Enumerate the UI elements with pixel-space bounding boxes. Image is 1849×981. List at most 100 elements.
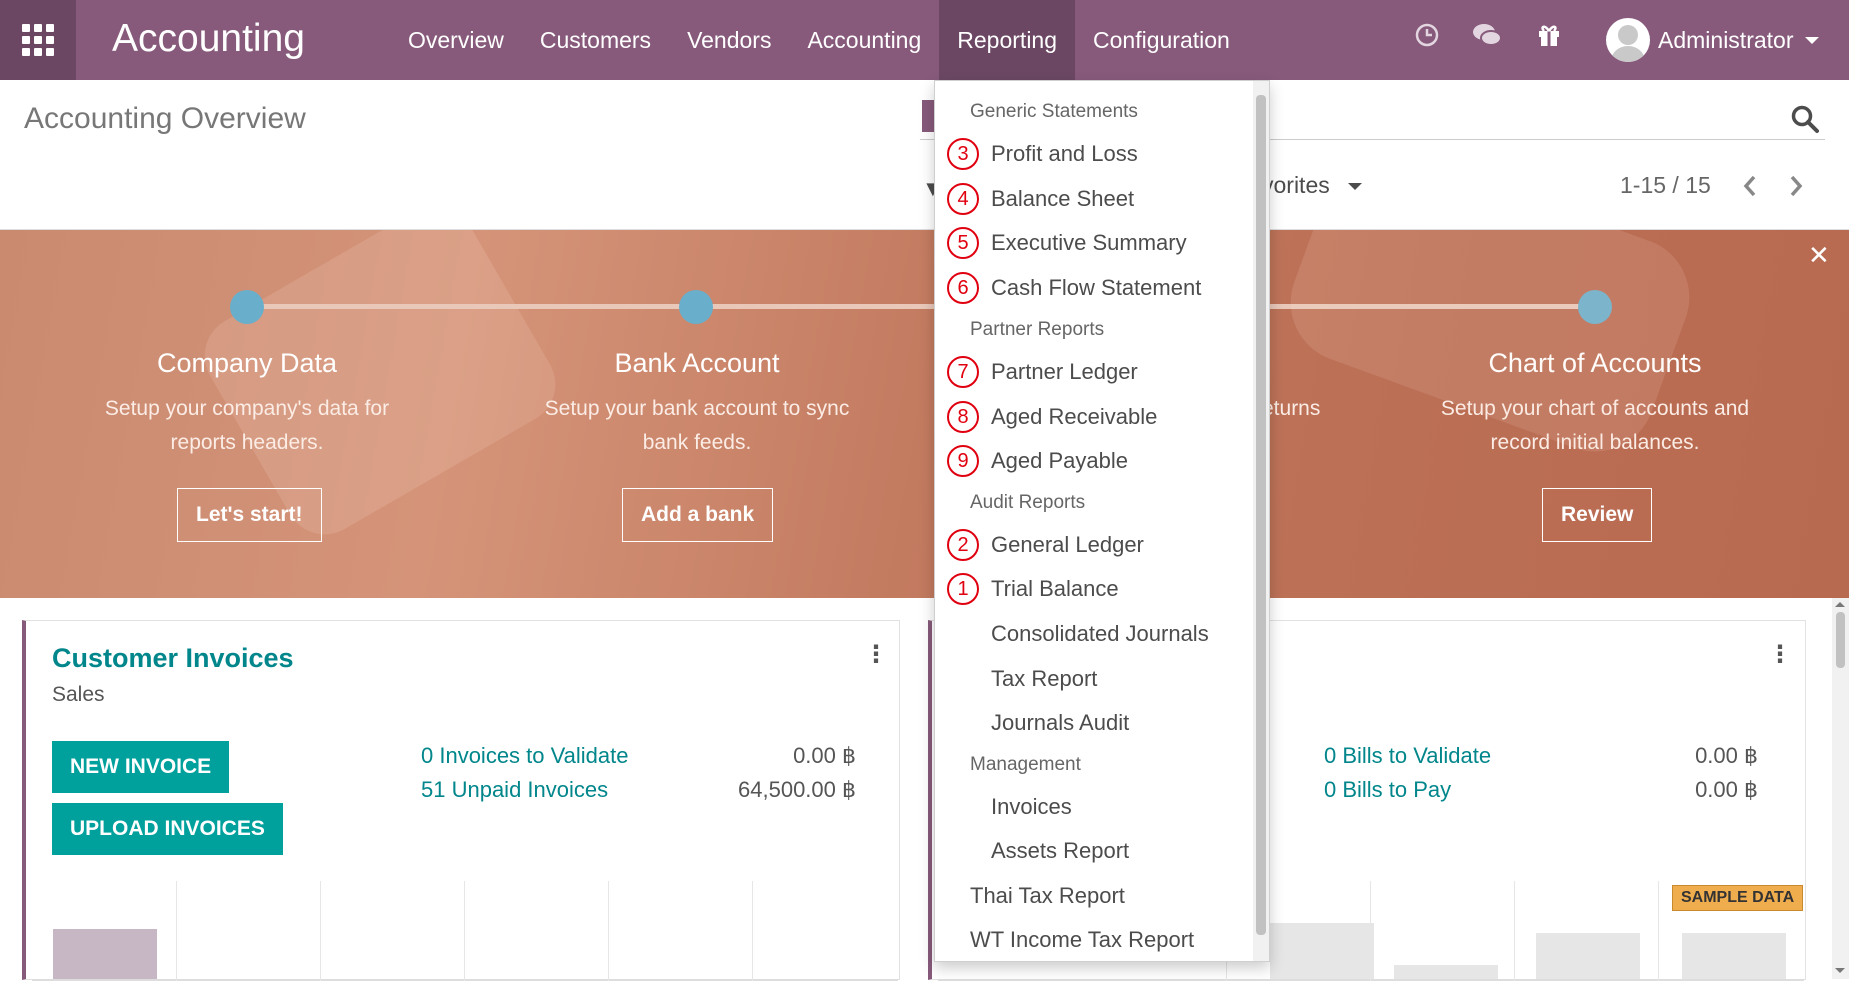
grid-line xyxy=(320,881,321,981)
menu-configuration[interactable]: Configuration xyxy=(1075,0,1248,80)
step-desc-line: record initial balances. xyxy=(1490,431,1700,454)
chevron-down-icon xyxy=(1348,183,1363,191)
pager-next-icon[interactable] xyxy=(1786,172,1806,205)
menu-item-partner-ledger[interactable]: Partner Ledger xyxy=(991,359,1138,385)
section-header-generic-statements: Generic Statements xyxy=(970,101,1138,122)
amount-value: 64,500.00 ฿ xyxy=(738,777,856,802)
close-icon[interactable]: ✕ xyxy=(1808,240,1830,271)
menu-item-aged-payable[interactable]: Aged Payable xyxy=(991,448,1128,474)
menu-vendors[interactable]: Vendors xyxy=(669,0,789,80)
menu-accounting[interactable]: Accounting xyxy=(789,0,939,80)
menu-item-profit-and-loss[interactable]: Profit and Loss xyxy=(991,141,1138,167)
step-title-company-data: Company Data xyxy=(156,348,338,378)
lets-start-button[interactable]: Let's start! xyxy=(177,488,322,542)
kebab-menu-icon[interactable]: ⋮ xyxy=(1768,643,1792,667)
step-title-bank-account: Bank Account xyxy=(614,348,780,378)
card-subtitle: Sales xyxy=(52,683,105,706)
unpaid-invoices-link[interactable]: 51 Unpaid Invoices xyxy=(421,777,608,803)
sample-data-badge: SAMPLE DATA xyxy=(1672,885,1804,911)
step-desc-company-data: Setup your company's data for reports he… xyxy=(47,392,447,460)
annotation-number: 2 xyxy=(947,529,979,561)
step-desc-line: Setup your chart of accounts and xyxy=(1440,397,1750,420)
menu-item-journals-audit[interactable]: Journals Audit xyxy=(991,710,1129,736)
scrollbar-thumb[interactable] xyxy=(1256,95,1266,935)
search-facet[interactable] xyxy=(922,100,934,132)
scrollbar-thumb[interactable] xyxy=(1836,612,1845,668)
menu-overview[interactable]: Overview xyxy=(390,0,522,80)
menu-item-consolidated-journals[interactable]: Consolidated Journals xyxy=(991,621,1209,647)
user-name: Administrator xyxy=(1658,26,1794,53)
graph-bar[interactable] xyxy=(53,929,157,979)
graph-bar[interactable] xyxy=(1270,923,1374,979)
graph-bar[interactable] xyxy=(1394,965,1498,979)
section-header-partner-reports: Partner Reports xyxy=(970,319,1105,340)
gift-icon[interactable] xyxy=(1534,22,1564,56)
dropdown-scrollbar[interactable] xyxy=(1253,81,1269,961)
annotation-number: 6 xyxy=(947,272,979,304)
bills-to-pay-link[interactable]: 0 Bills to Pay xyxy=(1324,777,1451,803)
menu-item-trial-balance[interactable]: Trial Balance xyxy=(991,576,1119,602)
review-button[interactable]: Review xyxy=(1542,488,1653,542)
amount-value: 0.00 ฿ xyxy=(1695,777,1758,802)
annotation-number: 1 xyxy=(947,573,979,605)
scroll-up-arrow-icon[interactable] xyxy=(1835,602,1845,607)
grid-line xyxy=(176,881,177,981)
menu-item-general-ledger[interactable]: General Ledger xyxy=(991,532,1144,558)
pager-value[interactable]: 1-15 / 15 xyxy=(1620,172,1711,199)
annotation-number: 5 xyxy=(947,227,979,259)
menu-item-tax-report[interactable]: Tax Report xyxy=(991,666,1097,692)
card-title[interactable]: Customer Invoices xyxy=(52,643,294,674)
menu-item-assets-report[interactable]: Assets Report xyxy=(991,838,1129,864)
menu-item-balance-sheet[interactable]: Balance Sheet xyxy=(991,186,1134,212)
pager-previous-icon[interactable] xyxy=(1740,172,1760,205)
new-invoice-button[interactable]: NEW INVOICE xyxy=(52,741,230,793)
search-icon[interactable] xyxy=(1790,104,1820,134)
menu-item-wt-income-tax-report[interactable]: WT Income Tax Report xyxy=(970,927,1194,953)
apps-menu-button[interactable] xyxy=(0,0,76,80)
invoice-graph[interactable] xyxy=(32,881,898,981)
menu-item-cash-flow-statement[interactable]: Cash Flow Statement xyxy=(991,275,1201,301)
grid-line xyxy=(752,881,753,981)
app-brand[interactable]: Accounting xyxy=(112,14,305,64)
menu-customers[interactable]: Customers xyxy=(522,0,669,80)
invoices-to-validate-link[interactable]: 0 Invoices to Validate xyxy=(421,743,629,769)
avatar xyxy=(1606,18,1650,62)
kebab-menu-icon[interactable]: ⋮ xyxy=(864,643,888,667)
step-dot xyxy=(679,290,713,324)
favorites-dropdown[interactable]: vorites xyxy=(1262,172,1363,199)
clock-icon[interactable] xyxy=(1412,22,1442,56)
menu-item-aged-receivable[interactable]: Aged Receivable xyxy=(991,404,1157,430)
graph-bar[interactable] xyxy=(1682,933,1786,979)
grid-line xyxy=(1514,881,1515,981)
page-scrollbar[interactable] xyxy=(1832,598,1849,979)
chat-icon[interactable] xyxy=(1472,22,1502,56)
favorites-label: vorites xyxy=(1262,172,1330,198)
step-desc-chart-of-accounts: Setup your chart of accounts and record … xyxy=(1395,392,1795,460)
add-bank-button[interactable]: Add a bank xyxy=(622,488,774,542)
graph-bar[interactable] xyxy=(1536,933,1640,979)
amount-value: 0.00 ฿ xyxy=(793,743,856,768)
step-title-chart-of-accounts: Chart of Accounts xyxy=(1488,348,1702,378)
step-dot xyxy=(1578,290,1612,324)
step-desc-line: bank feeds. xyxy=(642,431,752,454)
bills-to-validate-link[interactable]: 0 Bills to Validate xyxy=(1324,743,1491,769)
onboarding-progress-line xyxy=(247,304,1597,309)
annotation-number: 3 xyxy=(947,138,979,170)
reporting-dropdown: Generic Statements 3 Profit and Loss 4 B… xyxy=(934,80,1270,962)
annotation-number: 4 xyxy=(947,183,979,215)
customer-invoices-card: Customer Invoices Sales ⋮ NEW INVOICE UP… xyxy=(22,620,900,981)
upload-invoices-button[interactable]: UPLOAD INVOICES xyxy=(52,803,283,855)
menu-reporting[interactable]: Reporting xyxy=(939,0,1076,80)
step-desc-line: Setup your bank account to sync xyxy=(544,397,850,420)
annotation-number: 7 xyxy=(947,356,979,388)
apps-grid-icon xyxy=(22,24,54,56)
grid-line xyxy=(608,881,609,981)
menu-item-invoices[interactable]: Invoices xyxy=(991,794,1072,820)
onboarding-banner: Company Data Setup your company's data f… xyxy=(0,230,1849,598)
menu-item-thai-tax-report[interactable]: Thai Tax Report xyxy=(970,883,1125,909)
annotation-number: 9 xyxy=(947,445,979,477)
user-menu[interactable]: Administrator xyxy=(1606,14,1820,66)
scroll-down-arrow-icon[interactable] xyxy=(1835,968,1845,973)
amount-value: 0.00 ฿ xyxy=(1695,743,1758,768)
menu-item-executive-summary[interactable]: Executive Summary xyxy=(991,230,1187,256)
